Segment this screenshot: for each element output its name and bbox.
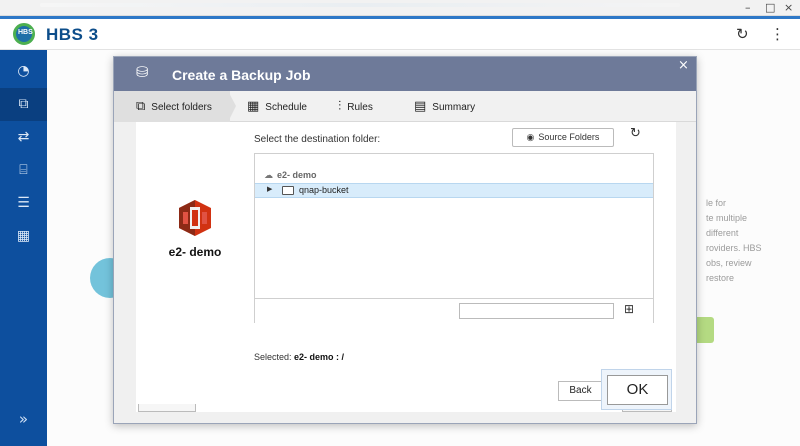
storage-icon[interactable]: ☰ bbox=[0, 187, 47, 220]
clipboard-icon: ▤ bbox=[414, 99, 427, 114]
tree-item-label: qnap-bucket bbox=[299, 185, 349, 195]
expand-caret-icon[interactable]: ▶ bbox=[267, 185, 272, 193]
close-window-icon[interactable]: × bbox=[784, 1, 793, 14]
backup-job-icon: ⛁ bbox=[136, 63, 149, 81]
wizard-steps: ⧉ Select folders ▦ Schedule ⫶ Rules ▤ Summar… bbox=[114, 91, 696, 122]
source-folders-label: Source Folders bbox=[538, 132, 600, 142]
source-name: e2- demo bbox=[168, 245, 222, 259]
step-label: Summary bbox=[432, 102, 476, 113]
close-icon[interactable]: × bbox=[678, 58, 689, 73]
step-label: Rules bbox=[347, 102, 373, 113]
new-folder-icon[interactable]: ⊞ bbox=[624, 302, 634, 316]
tree-footer: ⊞ bbox=[255, 298, 653, 323]
cloud-icon: ☁ bbox=[264, 171, 273, 181]
refresh-icon[interactable]: ↻ bbox=[630, 126, 641, 141]
tree-root-label: e2- demo bbox=[277, 170, 317, 180]
back-button[interactable]: Back bbox=[558, 381, 603, 401]
expand-sidebar-icon[interactable]: » bbox=[0, 410, 47, 428]
selected-value: e2- demo : / bbox=[294, 352, 345, 362]
step-summary[interactable]: ▤ Summary bbox=[414, 91, 475, 122]
app-title: HBS 3 bbox=[46, 25, 99, 44]
step-label: Schedule bbox=[265, 102, 307, 113]
sync-icon[interactable]: ⇄ bbox=[0, 121, 47, 154]
selected-destination: Selected: e2- demo : / bbox=[254, 352, 344, 362]
new-folder-name-input[interactable] bbox=[459, 303, 614, 319]
os-title-bar: – □ × bbox=[0, 0, 800, 16]
sidebar: ◔ ⧉ ⇄ ⌸ ☰ ▦ » bbox=[0, 50, 47, 446]
maximize-icon[interactable]: □ bbox=[765, 1, 775, 14]
tree-root: ☁ e2- demo bbox=[264, 170, 317, 181]
calendar-icon: ▦ bbox=[247, 99, 260, 114]
app-header: HBS HBS 3 ↻ ⋮ bbox=[0, 19, 800, 50]
selected-prefix: Selected: bbox=[254, 352, 292, 362]
source-folders-button[interactable]: ◉ Source Folders bbox=[512, 128, 614, 147]
tree-item-qnap-bucket[interactable]: ▶ qnap-bucket bbox=[255, 183, 653, 198]
destination-folder-tree: ☁ e2- demo ▶ qnap-bucket ⊞ bbox=[254, 153, 654, 323]
more-options-icon[interactable]: ⋮ bbox=[770, 25, 785, 43]
background-button bbox=[138, 404, 196, 412]
dialog-title: Create a Backup Job bbox=[172, 67, 311, 83]
eye-icon: ◉ bbox=[526, 133, 535, 143]
restore-icon[interactable]: ⌸ bbox=[0, 154, 47, 187]
step-label: Select folders bbox=[151, 102, 212, 113]
refresh-icon[interactable]: ↻ bbox=[736, 25, 749, 43]
sliders-icon: ⫶ bbox=[338, 99, 342, 114]
dashboard-icon[interactable]: ◔ bbox=[0, 55, 47, 88]
destination-label: Select the destination folder: bbox=[254, 134, 381, 145]
os-tab-strip bbox=[40, 3, 680, 7]
dialog-header: ⛁ Create a Backup Job × bbox=[114, 57, 696, 91]
ok-button-focus-ring: OK bbox=[601, 369, 672, 410]
ok-button[interactable]: OK bbox=[607, 375, 668, 405]
services-icon[interactable]: ▦ bbox=[0, 220, 47, 253]
step-arrow bbox=[228, 91, 236, 122]
select-folders-icon: ⧉ bbox=[136, 99, 146, 114]
minimize-icon[interactable]: – bbox=[745, 1, 751, 14]
logo-text: HBS bbox=[18, 29, 33, 36]
step-select-folders[interactable]: ⧉ Select folders bbox=[114, 91, 230, 122]
step-schedule[interactable]: ▦ Schedule bbox=[247, 91, 307, 122]
amazon-s3-icon bbox=[179, 200, 211, 236]
step-rules[interactable]: ⫶ Rules bbox=[338, 91, 373, 122]
dialog-body: e2- demo Select the destination folder: … bbox=[136, 122, 676, 412]
hbs-logo: HBS bbox=[13, 23, 35, 45]
backup-icon[interactable]: ⧉ bbox=[0, 88, 47, 121]
folder-icon bbox=[282, 186, 294, 195]
